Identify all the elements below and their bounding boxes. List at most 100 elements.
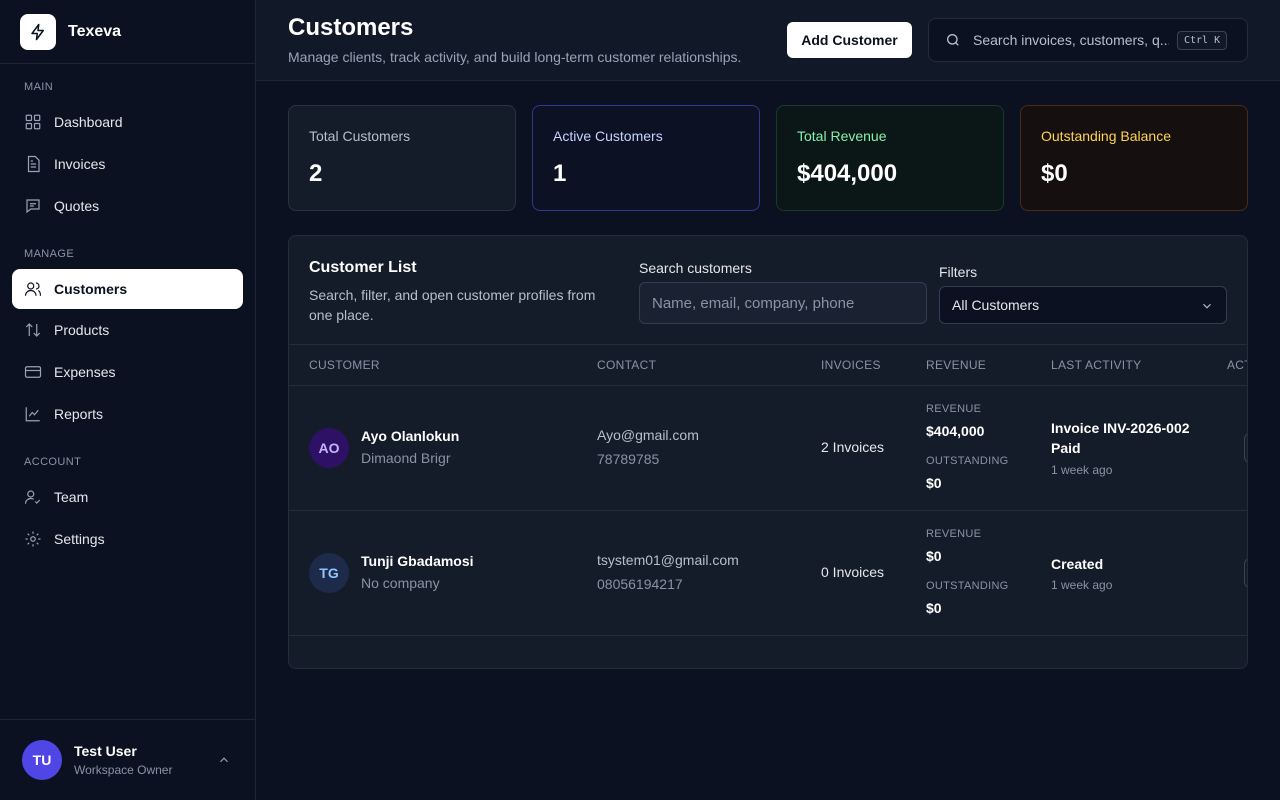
nav-section-manage: MANAGE — [24, 248, 75, 260]
customer-name[interactable]: Ayo Olanlokun — [361, 428, 459, 444]
last-activity: Created — [1051, 556, 1104, 572]
global-search[interactable]: Ctrl K — [928, 18, 1248, 62]
user-profile[interactable]: TU Test User Workspace Owner — [0, 719, 255, 800]
stat-value: $0 — [1041, 160, 1068, 187]
chevron-up-icon[interactable] — [217, 753, 231, 767]
products-icon — [24, 321, 42, 339]
avatar: AO — [309, 428, 349, 468]
stat-label: Total Revenue — [797, 128, 887, 144]
chevron-down-icon — [1200, 299, 1214, 313]
sidebar-item-team[interactable]: Team — [12, 477, 243, 517]
contact-phone: 08056194217 — [597, 576, 683, 592]
activity-time: 1 week ago — [1051, 578, 1113, 592]
invoice-count: 2 Invoices — [821, 439, 885, 455]
sidebar-item-label: Reports — [54, 406, 104, 422]
page-title: Customers — [288, 14, 414, 41]
avatar: TG — [309, 553, 349, 593]
column-header-revenue: REVENUE — [926, 358, 987, 372]
sidebar-item-label: Quotes — [54, 198, 100, 214]
page-header: Customers Manage clients, track activity… — [256, 0, 1280, 81]
sidebar-item-invoices[interactable]: Invoices — [12, 144, 243, 184]
invoice-icon — [24, 155, 42, 173]
customer-company: Dimaond Brigr — [361, 450, 451, 466]
table-row[interactable]: TG Tunji Gbadamosi No company tsystem01@… — [289, 511, 1247, 636]
stat-label: Outstanding Balance — [1041, 128, 1171, 144]
sidebar: Texeva MAIN Dashboard Invoices Quotes MA… — [0, 0, 256, 800]
search-icon — [945, 32, 961, 48]
sidebar-item-label: Products — [54, 322, 110, 338]
stat-label: Active Customers — [553, 128, 663, 144]
customer-search-input[interactable] — [639, 282, 927, 324]
stat-label: Total Customers — [309, 128, 411, 144]
search-customers-label: Search customers — [639, 260, 752, 276]
sidebar-item-settings[interactable]: Settings — [12, 519, 243, 559]
column-header-last-activity: LAST ACTIVITY — [1051, 358, 1142, 372]
brand-name: Texeva — [68, 22, 122, 40]
sidebar-item-label: Expenses — [54, 364, 116, 380]
row-action-button[interactable] — [1244, 558, 1247, 588]
sidebar-item-customers[interactable]: Customers — [12, 269, 243, 309]
chart-icon — [24, 405, 42, 423]
invoice-count: 0 Invoices — [821, 564, 885, 580]
outstanding-value: $0 — [926, 600, 942, 616]
customer-name[interactable]: Tunji Gbadamosi — [361, 553, 474, 569]
table-header: CUSTOMER CONTACT INVOICES REVENUE LAST A… — [289, 344, 1247, 386]
column-header-invoices: INVOICES — [821, 358, 881, 372]
stat-value: 1 — [553, 160, 567, 187]
card-icon — [24, 363, 42, 381]
users-icon — [24, 280, 42, 298]
stat-card-total-revenue: Total Revenue $404,000 — [776, 105, 1004, 211]
filter-value: All Customers — [952, 297, 1040, 313]
stat-value: 2 — [309, 160, 323, 187]
global-search-input[interactable] — [973, 32, 1169, 48]
page-subtitle: Manage clients, track activity, and buil… — [288, 49, 742, 65]
nav-section-main: MAIN — [24, 81, 54, 93]
sidebar-item-quotes[interactable]: Quotes — [12, 186, 243, 226]
gear-icon — [24, 530, 42, 548]
filters-label: Filters — [939, 264, 978, 280]
contact-email: tsystem01@gmail.com — [597, 552, 739, 568]
bolt-icon[interactable] — [20, 13, 56, 50]
row-action-button[interactable] — [1244, 433, 1247, 463]
user-role: Workspace Owner — [74, 763, 173, 777]
brand: Texeva — [0, 0, 255, 64]
revenue-value: $404,000 — [926, 423, 985, 439]
stat-value: $404,000 — [797, 160, 898, 187]
activity-time: 1 week ago — [1051, 463, 1113, 477]
shortcut-badge: Ctrl K — [1177, 30, 1228, 50]
avatar: TU — [22, 740, 62, 780]
customer-company: No company — [361, 575, 440, 591]
team-icon — [24, 488, 42, 506]
stat-card-active-customers: Active Customers 1 — [532, 105, 760, 211]
user-name: Test User — [74, 743, 137, 759]
contact-email: Ayo@gmail.com — [597, 427, 699, 443]
outstanding-label: OUTSTANDING — [926, 455, 1009, 467]
sidebar-item-label: Customers — [54, 281, 128, 297]
sidebar-item-label: Settings — [54, 531, 105, 547]
dashboard-icon — [24, 113, 42, 131]
revenue-label: REVENUE — [926, 403, 982, 415]
panel-title: Customer List — [309, 259, 417, 276]
sidebar-item-label: Team — [54, 489, 89, 505]
panel-description: Search, filter, and open customer profil… — [309, 287, 596, 323]
last-activity: Invoice INV-2026-002 Paid — [1051, 420, 1190, 456]
column-header-customer: CUSTOMER — [309, 358, 380, 372]
stat-card-outstanding-balance: Outstanding Balance $0 — [1020, 105, 1248, 211]
sidebar-item-products[interactable]: Products — [12, 310, 243, 350]
sidebar-item-label: Invoices — [54, 156, 106, 172]
column-header-actions: ACTIONS — [1227, 358, 1247, 372]
sidebar-item-dashboard[interactable]: Dashboard — [12, 102, 243, 142]
revenue-label: REVENUE — [926, 528, 982, 540]
sidebar-item-reports[interactable]: Reports — [12, 394, 243, 434]
stat-card-total-customers: Total Customers 2 — [288, 105, 516, 211]
sidebar-item-label: Dashboard — [54, 114, 123, 130]
outstanding-value: $0 — [926, 475, 942, 491]
nav-section-account: ACCOUNT — [24, 456, 82, 468]
sidebar-item-expenses[interactable]: Expenses — [12, 352, 243, 392]
table-row[interactable]: AO Ayo Olanlokun Dimaond Brigr Ayo@gmail… — [289, 386, 1247, 511]
add-customer-button[interactable]: Add Customer — [787, 22, 912, 58]
quote-icon — [24, 197, 42, 215]
filter-select[interactable]: All Customers — [939, 286, 1227, 324]
outstanding-label: OUTSTANDING — [926, 580, 1009, 592]
revenue-value: $0 — [926, 548, 942, 564]
